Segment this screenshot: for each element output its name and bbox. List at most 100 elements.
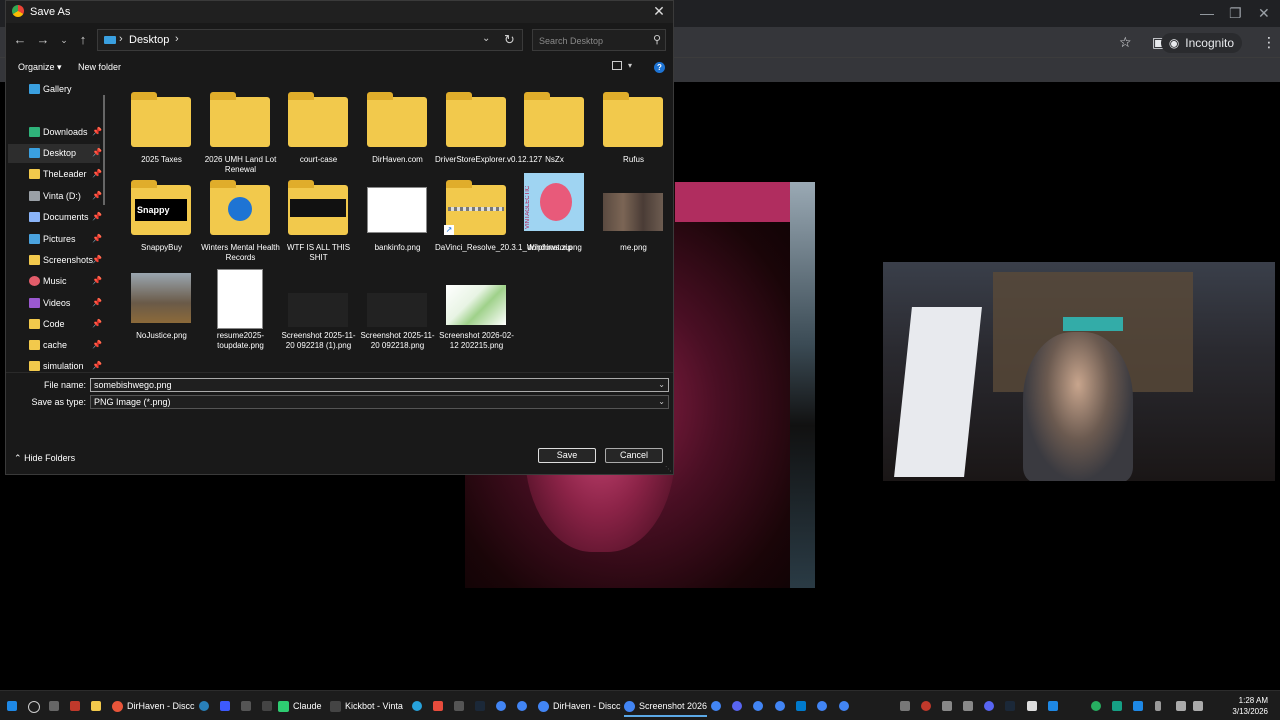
sidebar-item-documents[interactable]: Documents 📌 xyxy=(8,208,102,227)
file-item[interactable]: Screenshot 2025-11-20 092218 (1).png xyxy=(280,265,357,350)
filename-combobox[interactable]: ⌄ xyxy=(90,378,669,392)
telegram-icon[interactable] xyxy=(412,701,422,711)
file-item[interactable]: 2026 UMH Land Lot Renewal xyxy=(202,89,279,174)
steam-icon[interactable] xyxy=(1005,701,1015,711)
steam-icon[interactable] xyxy=(475,701,485,711)
search-box[interactable]: ⚲ xyxy=(532,29,666,51)
tray-icon[interactable] xyxy=(1133,701,1143,711)
discord-icon[interactable] xyxy=(732,701,742,711)
breadcrumb-chevron-icon[interactable]: › xyxy=(175,33,179,45)
file-explorer-icon[interactable] xyxy=(91,701,101,711)
sidebar-item-music[interactable]: Music 📌 xyxy=(8,272,102,291)
chrome-icon[interactable] xyxy=(517,701,527,711)
filetype-select[interactable]: PNG Image (*.png) ⌄ xyxy=(90,395,669,409)
file-item[interactable]: DirHaven.com xyxy=(359,89,436,174)
resize-grip-icon[interactable]: ⋱ xyxy=(665,465,672,473)
chrome-icon[interactable] xyxy=(753,701,763,711)
tray-icon[interactable] xyxy=(900,701,910,711)
app-icon[interactable] xyxy=(199,701,209,711)
app-icon[interactable] xyxy=(70,701,80,711)
tray-icon[interactable] xyxy=(942,701,952,711)
forward-arrow-icon[interactable]: → xyxy=(35,32,51,48)
filename-input[interactable] xyxy=(94,379,634,391)
sidebar-item-gallery[interactable]: Gallery xyxy=(8,80,100,99)
sidebar-item-vinta-drive[interactable]: Vinta (D:) 📌 xyxy=(8,187,102,206)
sidebar-item-simulation[interactable]: simulation 📌 xyxy=(8,357,102,372)
taskbar-app[interactable]: DirHaven - Discc xyxy=(538,697,621,715)
sidebar-item-code[interactable]: Code 📌 xyxy=(8,315,102,334)
file-item[interactable]: Snappy SnappyBuy xyxy=(123,177,200,262)
close-window-icon[interactable]: ✕ xyxy=(1258,5,1270,22)
file-item[interactable]: Screenshot 2025-11-20 092218.png xyxy=(359,265,436,350)
wifi-icon[interactable] xyxy=(1176,701,1186,711)
up-arrow-icon[interactable]: ↑ xyxy=(75,32,91,48)
chevron-down-icon[interactable]: ⌄ xyxy=(658,380,665,389)
cancel-button[interactable]: Cancel xyxy=(605,448,663,463)
sidebar-item-cache[interactable]: cache 📌 xyxy=(8,336,102,355)
minimize-icon[interactable]: — xyxy=(1200,5,1214,21)
file-item[interactable]: DriverStoreExplorer.v0.12.127 xyxy=(435,89,542,174)
refresh-icon[interactable]: ↻ xyxy=(504,32,515,48)
back-arrow-icon[interactable]: ← xyxy=(12,32,28,48)
file-item[interactable]: Rufus xyxy=(595,89,672,174)
chrome-icon[interactable] xyxy=(817,701,827,711)
chrome-icon[interactable] xyxy=(775,701,785,711)
chrome-menu-icon[interactable]: ⋮ xyxy=(1262,34,1276,51)
app-icon[interactable] xyxy=(241,701,251,711)
tray-icon[interactable] xyxy=(921,701,931,711)
save-button[interactable]: Save xyxy=(538,448,596,463)
search-input[interactable] xyxy=(537,32,651,50)
file-item[interactable]: NoJustice.png xyxy=(123,265,200,350)
sidebar-item-theleader[interactable]: TheLeader 📌 xyxy=(8,165,102,184)
tray-icon[interactable] xyxy=(963,701,973,711)
close-icon[interactable]: ✕ xyxy=(651,3,667,19)
tray-icon[interactable] xyxy=(1027,701,1037,711)
file-item[interactable]: VINTAGLECTIC dolphinator.png xyxy=(516,173,593,262)
taskbar-app[interactable]: Claude xyxy=(278,697,322,715)
search-icon[interactable] xyxy=(28,701,40,713)
chrome-icon[interactable] xyxy=(711,701,721,711)
taskbar-app[interactable]: Screenshot 2026 xyxy=(624,697,708,717)
sidebar-item-videos[interactable]: Videos 📌 xyxy=(8,294,102,313)
sidebar-item-downloads[interactable]: Downloads 📌 xyxy=(8,123,102,142)
file-item[interactable]: WTF IS ALL THIS SHIT xyxy=(280,177,357,262)
sidebar-scrollbar[interactable] xyxy=(103,95,105,205)
file-item[interactable]: Winters Mental Health Records xyxy=(201,177,280,262)
new-folder-button[interactable]: New folder xyxy=(78,62,121,72)
task-view-icon[interactable] xyxy=(49,701,59,711)
taskbar-app[interactable]: DirHaven - Discc xyxy=(112,697,195,715)
file-item[interactable]: resume2025-toupdate.png xyxy=(202,265,279,350)
help-icon[interactable]: ? xyxy=(654,62,665,73)
recent-locations-chevron-icon[interactable]: ⌄ xyxy=(56,32,72,48)
bookmark-star-icon[interactable]: ☆ xyxy=(1119,34,1132,51)
volume-icon[interactable] xyxy=(1193,701,1203,711)
app-icon[interactable] xyxy=(220,701,230,711)
file-item[interactable]: me.png xyxy=(595,177,672,262)
chrome-icon[interactable] xyxy=(839,701,849,711)
search-icon[interactable]: ⚲ xyxy=(653,33,661,46)
file-item[interactable]: court-case xyxy=(280,89,357,174)
chevron-down-icon[interactable]: ⌄ xyxy=(658,397,665,406)
file-item[interactable]: 2025 Taxes xyxy=(123,89,200,174)
chrome-icon[interactable] xyxy=(496,701,506,711)
file-item[interactable]: NsZx xyxy=(516,89,593,174)
view-options-icon[interactable] xyxy=(612,61,622,70)
view-dropdown-icon[interactable]: ▾ xyxy=(628,61,632,70)
hide-folders-button[interactable]: ⌃ Hide Folders xyxy=(14,453,75,464)
breadcrumb-location[interactable]: Desktop xyxy=(129,34,169,46)
maximize-icon[interactable]: ❐ xyxy=(1229,5,1242,22)
incognito-badge[interactable]: ◉ Incognito xyxy=(1160,33,1242,53)
sidebar-item-desktop[interactable]: Desktop 📌 xyxy=(8,144,102,163)
vscode-icon[interactable] xyxy=(796,701,806,711)
terminal-icon[interactable] xyxy=(262,701,272,711)
microphone-icon[interactable] xyxy=(1155,701,1161,711)
app-icon[interactable] xyxy=(454,701,464,711)
address-dropdown-icon[interactable]: ⌄ xyxy=(482,33,490,44)
sidebar-item-pictures[interactable]: Pictures 📌 xyxy=(8,230,102,249)
file-item[interactable]: bankinfo.png xyxy=(359,177,436,262)
discord-icon[interactable] xyxy=(984,701,994,711)
tray-icon[interactable] xyxy=(1112,701,1122,711)
file-item[interactable]: ↗ DaVinci_Resolve_20.3.1_Windows.zip xyxy=(435,177,572,262)
tray-icon[interactable] xyxy=(1048,701,1058,711)
file-item[interactable]: Screenshot 2026-02-12 202215.png xyxy=(438,265,515,350)
